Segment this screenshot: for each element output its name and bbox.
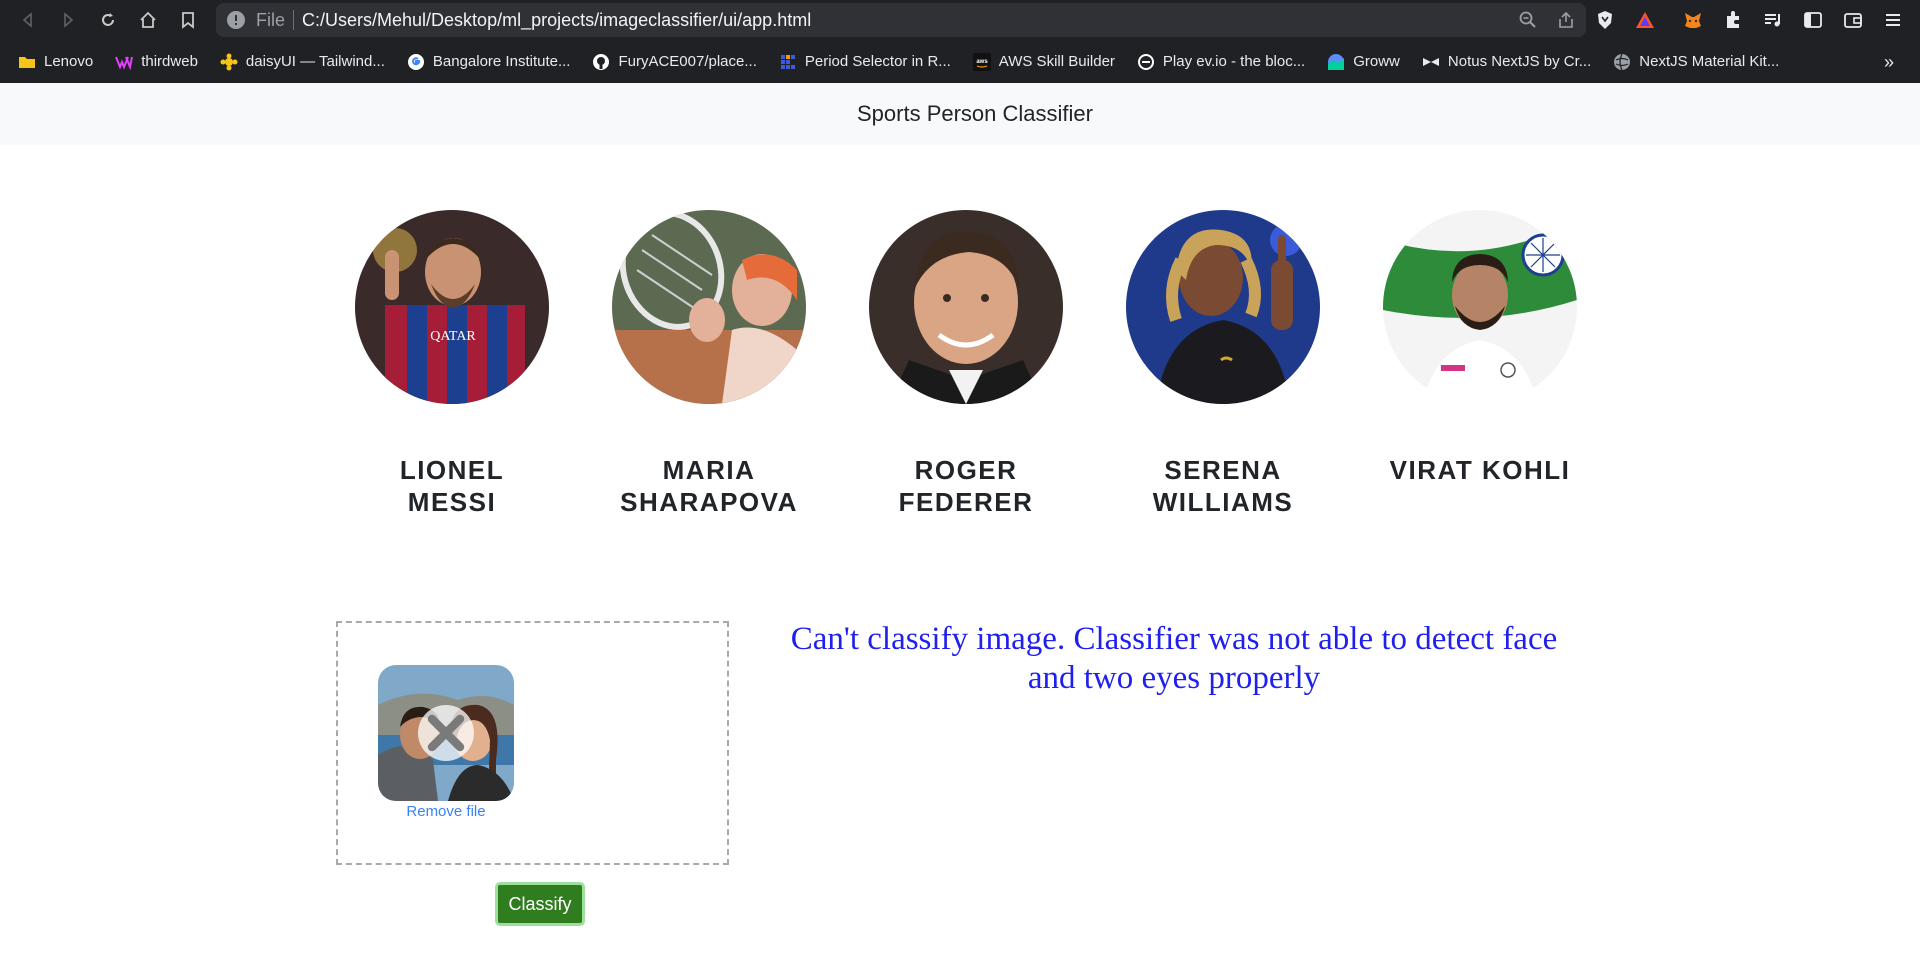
bow-icon	[1422, 53, 1440, 71]
bookmark-item[interactable]: Groww	[1327, 53, 1400, 71]
google-icon	[407, 53, 425, 71]
player-photo-federer	[869, 210, 1063, 404]
bookmark-label: AWS Skill Builder	[998, 53, 1115, 70]
playlist-icon[interactable]	[1760, 7, 1786, 33]
browser-toolbar: File C:/Users/Mehul/Desktop/ml_projects/…	[0, 0, 1920, 40]
bookmark-label: Groww	[1353, 53, 1400, 70]
page-navbar: Sports Person Classifier	[0, 83, 1920, 145]
github-icon	[592, 53, 610, 71]
bookmark-item[interactable]: Play ev.io - the bloc...	[1137, 53, 1305, 71]
player-photo-serena	[1126, 210, 1320, 404]
bookmark-label: Play ev.io - the bloc...	[1162, 53, 1306, 70]
player-card-federer: ROGER FEDERER	[846, 205, 1086, 525]
svg-text:aws: aws	[976, 59, 988, 65]
folder-icon	[18, 53, 36, 71]
bookmark-item[interactable]: NextJS Material Kit...	[1613, 53, 1779, 71]
bookmark-icon	[182, 12, 194, 29]
player-card-serena: SERENA WILLIAMS	[1103, 205, 1343, 525]
player-photo-sharapova	[612, 210, 806, 404]
bookmarks-bar: Lenovo thirdweb daisyUI — Tailwind... Banga…	[0, 40, 1920, 83]
upload-dropzone[interactable]: Remove file	[336, 621, 729, 865]
player-name: VIRAT KOHLI	[1389, 455, 1571, 485]
player-photo-kohli	[1383, 210, 1577, 404]
reload-icon	[102, 13, 114, 26]
player-cards: QATAR LIONEL MESSI MARIA SHARAPOVA ROGER…	[332, 205, 1588, 525]
thirdweb-icon	[115, 53, 134, 71]
player-name: LIONEL MESSI	[399, 455, 505, 517]
grid-icon	[779, 53, 797, 71]
classification-error-message: Can't classify image. Classifier was not…	[790, 621, 1558, 696]
bookmark-label: Lenovo	[44, 53, 94, 70]
url-text[interactable]: C:/Users/Mehul/Desktop/ml_projects/image…	[302, 10, 811, 31]
navbar-brand[interactable]: Sports Person Classifier	[857, 101, 1093, 127]
forward-button[interactable]	[48, 0, 88, 40]
bookmark-item[interactable]: Lenovo	[18, 53, 93, 71]
aws-icon: aws	[972, 52, 991, 71]
bookmark-label: daisyUI — Tailwind...	[245, 53, 385, 70]
remove-file-link[interactable]: Remove file	[378, 803, 514, 820]
classify-button[interactable]: Classify	[495, 882, 585, 926]
bookmark-item[interactable]: thirdweb	[115, 53, 198, 71]
address-bar[interactable]: File C:/Users/Mehul/Desktop/ml_projects/…	[216, 3, 1586, 37]
bookmark-item[interactable]: Period Selector in R...	[779, 53, 951, 71]
bookmark-item[interactable]: daisyUI — Tailwind...	[220, 53, 385, 71]
bookmark-item[interactable]: Bangalore Institute...	[407, 53, 571, 71]
info-icon[interactable]	[226, 10, 246, 30]
svg-text:QATAR: QATAR	[430, 329, 476, 344]
bookmark-label: NextJS Material Kit...	[1639, 53, 1780, 70]
home-button[interactable]	[128, 0, 168, 40]
sidebar-icon[interactable]	[1800, 7, 1826, 33]
player-name: MARIA SHARAPOVA	[620, 455, 798, 517]
share-icon[interactable]	[1556, 10, 1576, 30]
evio-icon	[1137, 53, 1155, 71]
reload-button[interactable]	[88, 0, 128, 40]
bookmark-label: Notus NextJS by Cr...	[1447, 53, 1592, 70]
bookmarks-overflow-icon[interactable]: »	[1884, 52, 1894, 73]
brave-shield-icon[interactable]	[1592, 7, 1618, 33]
bookmark-item[interactable]: Notus NextJS by Cr...	[1422, 53, 1591, 71]
wallet-icon[interactable]	[1840, 7, 1866, 33]
forward-icon	[64, 12, 74, 28]
back-button[interactable]	[8, 0, 48, 40]
zoom-icon[interactable]	[1518, 10, 1538, 30]
bookmark-label: thirdweb	[141, 53, 198, 70]
bookmark-label: Bangalore Institute...	[432, 53, 571, 70]
url-scheme: File	[256, 9, 286, 30]
bookmark-item[interactable]: FuryACE007/place...	[592, 53, 757, 71]
globe-icon	[1613, 53, 1631, 71]
bookmark-button[interactable]	[168, 0, 208, 40]
player-name: SERENA WILLIAMS	[1152, 455, 1294, 517]
player-card-sharapova: MARIA SHARAPOVA	[589, 205, 829, 525]
menu-icon[interactable]	[1880, 7, 1906, 33]
error-x-icon	[418, 705, 474, 761]
bookmark-label: Period Selector in R...	[804, 53, 951, 70]
bookmark-label: FuryACE007/place...	[618, 53, 757, 70]
brave-rewards-icon[interactable]	[1632, 7, 1658, 33]
bookmark-item[interactable]: aws AWS Skill Builder	[972, 52, 1115, 71]
player-card-kohli: VIRAT KOHLI	[1360, 205, 1600, 525]
home-icon	[140, 11, 156, 28]
player-card-messi: QATAR LIONEL MESSI	[332, 205, 572, 525]
groww-icon	[1327, 53, 1345, 71]
daisyui-icon	[220, 53, 238, 71]
player-photo-messi: QATAR	[355, 210, 549, 404]
uploaded-file-thumbnail	[378, 665, 514, 801]
back-icon	[22, 12, 32, 28]
extensions-icon[interactable]	[1720, 7, 1746, 33]
metamask-icon[interactable]	[1680, 7, 1706, 33]
url-separator	[293, 10, 295, 30]
player-name: ROGER FEDERER	[898, 455, 1034, 517]
